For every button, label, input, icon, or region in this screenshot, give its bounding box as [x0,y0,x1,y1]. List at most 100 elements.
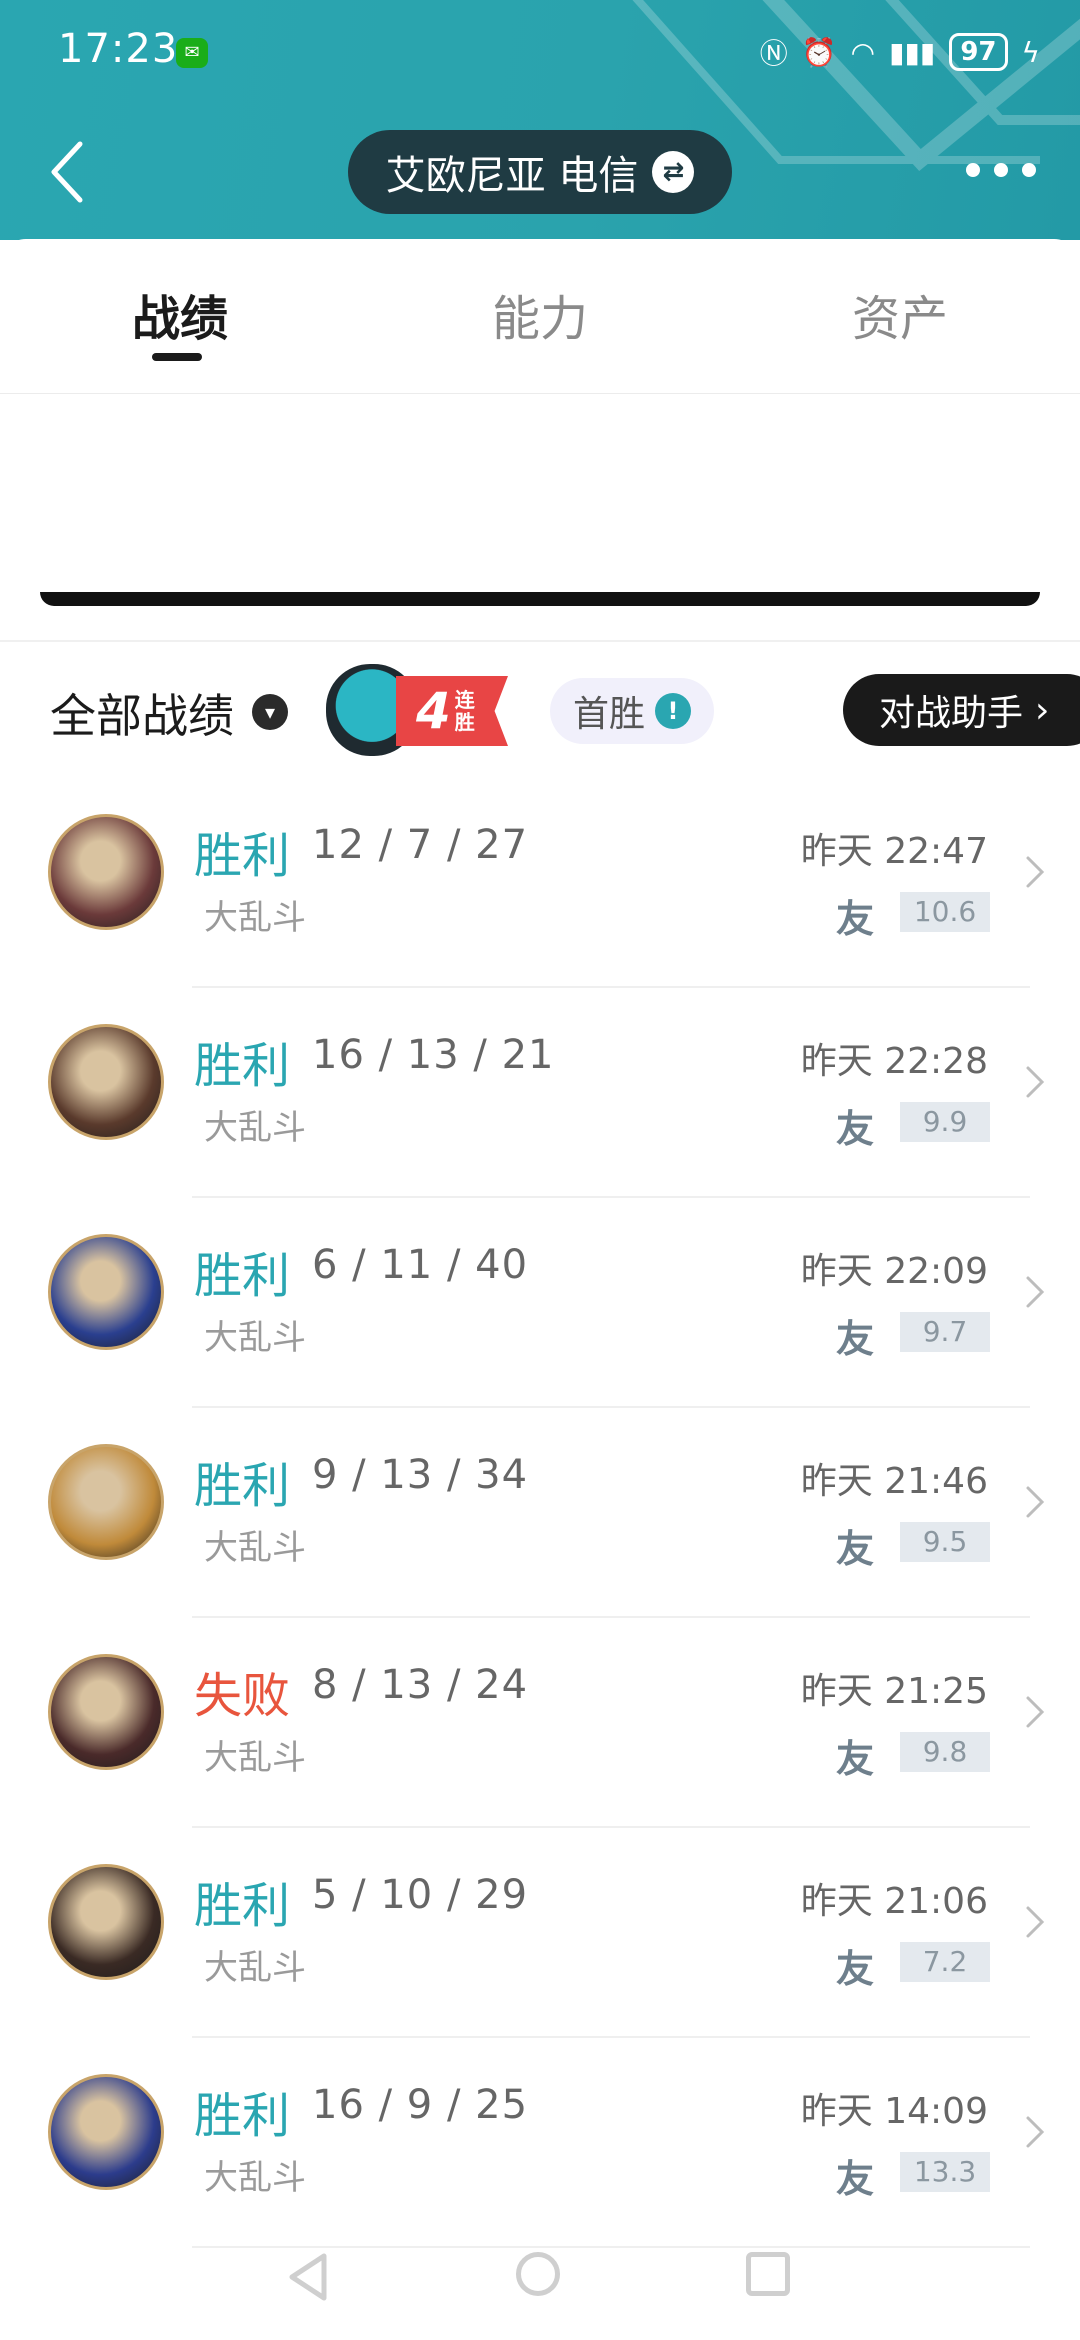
wifi-icon: ◠ [850,35,876,69]
match-result: 失败 [194,1668,291,1724]
match-time: 昨天 21:25 [800,1671,988,1712]
chevron-right-icon [1026,2116,1045,2148]
chevron-right-icon [1026,1486,1045,1518]
match-score: 7.2 [900,1942,990,1982]
champion-avatar [48,1654,164,1770]
match-mode: 大乱斗 [204,1318,306,1358]
header-bar: 17:23 ✉ Ⓝ ⏰ ◠ ▮▮▮ 97 ϟ 艾欧尼亚 电信 ⇄ [0,0,1080,240]
match-score: 10.6 [900,892,990,932]
status-icons: Ⓝ ⏰ ◠ ▮▮▮ 97 ϟ [760,30,1040,74]
match-mode: 大乱斗 [204,1738,306,1778]
champion-avatar [48,1864,164,1980]
friend-badge: 友 [836,1947,875,1991]
friend-badge: 友 [836,1317,875,1361]
match-result: 胜利 [194,828,291,884]
match-mode: 大乱斗 [204,898,306,938]
match-time: 昨天 22:09 [800,1251,988,1292]
tab-assets[interactable]: 资产 [800,279,1000,349]
battery-icon: 97 [949,33,1008,71]
info-icon: ! [655,693,691,729]
chevron-right-icon [1026,1066,1045,1098]
system-nav-bar [0,2230,1080,2340]
match-kda: 16 / 13 / 21 [312,1032,555,1078]
match-result: 胜利 [194,1878,291,1934]
match-time: 昨天 22:28 [800,1041,988,1082]
nav-back-icon[interactable] [286,2252,330,2302]
tab-record[interactable]: 战绩 [80,279,280,361]
friend-badge: 友 [836,1527,875,1571]
match-row[interactable]: 胜利 16 / 9 / 25 大乱斗 昨天 14:09 友 13.3 [0,2038,1080,2248]
streak-flag: 4 连胜 [396,676,508,746]
match-result: 胜利 [194,1458,291,1514]
friend-badge: 友 [836,1737,875,1781]
tab-ability[interactable]: 能力 [440,279,640,349]
match-time: 昨天 14:09 [800,2091,988,2132]
match-kda: 12 / 7 / 27 [312,822,529,868]
chevron-right-icon: › [1035,689,1050,731]
match-mode: 大乱斗 [204,1948,306,1988]
match-row[interactable]: 胜利 6 / 11 / 40 大乱斗 昨天 22:09 友 9.7 [0,1198,1080,1408]
server-switch-button[interactable]: 艾欧尼亚 电信 ⇄ [348,130,732,214]
chevron-down-icon[interactable]: ▾ [252,694,288,730]
charging-icon: ϟ [1021,35,1040,69]
match-kda: 9 / 13 / 34 [312,1452,529,1498]
first-win-badge[interactable]: 首胜 ! [550,678,714,744]
friend-badge: 友 [836,1107,875,1151]
wechat-icon: ✉ [176,38,208,68]
champion-avatar [48,1234,164,1350]
signal-4g-icon: ▮▮▮ [889,35,936,69]
champion-avatar [48,1024,164,1140]
tab-label: 能力 [491,291,588,347]
streak-text: 连胜 [454,688,475,734]
first-win-label: 首胜 [572,694,645,735]
match-result: 胜利 [194,2088,291,2144]
match-row[interactable]: 胜利 5 / 10 / 29 大乱斗 昨天 21:06 友 7.2 [0,1828,1080,2038]
swap-icon: ⇄ [652,151,695,193]
match-result: 胜利 [194,1248,291,1304]
battle-helper-label: 对战助手 [879,693,1024,734]
match-kda: 5 / 10 / 29 [312,1872,529,1918]
match-row[interactable]: 失败 8 / 13 / 24 大乱斗 昨天 21:25 友 9.8 [0,1618,1080,1828]
match-score: 13.3 [900,2152,990,2192]
status-time: 17:23 [58,26,179,72]
match-score: 9.5 [900,1522,990,1562]
champion-avatar [48,1444,164,1560]
match-time: 昨天 21:06 [800,1881,988,1922]
chevron-left-icon[interactable] [46,140,86,204]
match-mode: 大乱斗 [204,1108,306,1148]
tab-bar: 战绩 能力 资产 [0,239,1080,394]
match-row[interactable]: 胜利 9 / 13 / 34 大乱斗 昨天 21:46 友 9.5 [0,1408,1080,1618]
match-row[interactable]: 胜利 16 / 13 / 21 大乱斗 昨天 22:28 友 9.9 [0,988,1080,1198]
match-time: 昨天 21:46 [800,1461,988,1502]
chevron-right-icon [1026,1276,1045,1308]
chevron-right-icon [1026,1696,1045,1728]
tab-label: 战绩 [131,291,228,347]
nav-recents-icon[interactable] [746,2252,790,2296]
match-score: 9.7 [900,1312,990,1352]
battle-helper-button[interactable]: 对战助手 › [843,674,1080,746]
nav-home-icon[interactable] [516,2252,560,2296]
match-mode: 大乱斗 [204,2158,306,2198]
alarm-icon: ⏰ [801,35,837,69]
match-score: 9.8 [900,1732,990,1772]
tab-label: 资产 [851,291,948,347]
server-name: 艾欧尼亚 电信 [385,153,639,199]
nfc-icon: Ⓝ [759,37,788,70]
match-score: 9.9 [900,1102,990,1142]
tab-active-indicator [152,353,202,361]
match-result: 胜利 [194,1038,291,1094]
match-kda: 16 / 9 / 25 [312,2082,529,2128]
win-streak-badge[interactable]: 4 连胜 [326,664,512,756]
all-records-filter[interactable]: 全部战绩 [50,680,234,746]
champion-avatar [48,2074,164,2190]
match-kda: 8 / 13 / 24 [312,1662,529,1708]
more-icon[interactable] [966,150,1036,190]
chevron-right-icon [1026,1906,1045,1938]
streak-number: 4 [416,682,451,740]
friend-badge: 友 [836,2157,875,2201]
match-row[interactable]: 胜利 12 / 7 / 27 大乱斗 昨天 22:47 友 10.6 [0,778,1080,988]
friend-badge: 友 [836,897,875,941]
status-bar: 17:23 ✉ Ⓝ ⏰ ◠ ▮▮▮ 97 ϟ [0,0,1080,110]
banner-edge [40,592,1040,606]
match-kda: 6 / 11 / 40 [312,1242,529,1288]
